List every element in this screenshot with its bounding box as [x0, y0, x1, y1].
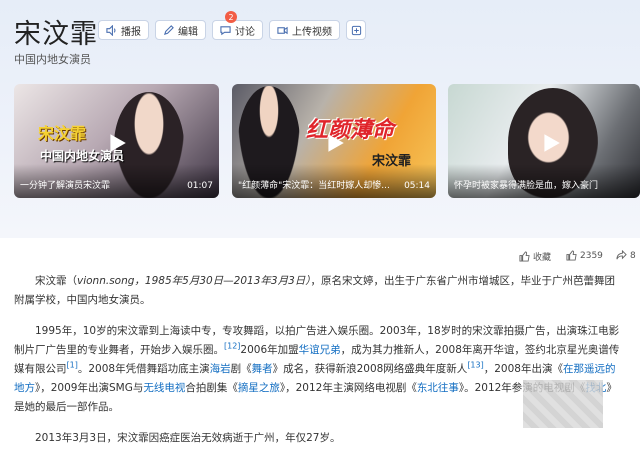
speaker-icon — [106, 24, 116, 36]
link-dancer[interactable]: 舞者 — [252, 363, 273, 375]
favorite-label: 收藏 — [533, 253, 552, 263]
video-title: 一分钟了解演员宋汶霏 — [20, 181, 111, 191]
like-count: 2359 — [580, 250, 603, 261]
favorite-button[interactable]: 收藏 — [519, 250, 551, 263]
edit-button[interactable]: 编辑 — [155, 20, 206, 40]
overlay-name-text: 宋汶霏 — [38, 124, 87, 143]
entry-body: 宋汶霏（vionn.song，1985年5月30日—2013年3月3日），原名宋… — [14, 272, 620, 457]
discuss-button[interactable]: 2 讨论 — [212, 11, 263, 40]
overlay-main-text: 红颜薄命 — [306, 118, 395, 143]
blurred-region — [523, 380, 603, 428]
video-title: "红颜薄命"宋汶霏：当红时嫁人却惨... — [238, 181, 390, 191]
edit-label: 编辑 — [178, 26, 198, 38]
video-card[interactable]: 宋汶霏 中国内地女演员 一分钟了解演员宋汶霏 01:07 — [14, 84, 219, 198]
action-bar: 播报 编辑 2 讨论 上传视频 — [98, 11, 366, 40]
discuss-label: 讨论 — [235, 26, 255, 38]
thumb-up-icon — [519, 251, 530, 262]
page-title: 宋汶霏 — [14, 19, 98, 50]
share-icon — [616, 250, 627, 260]
pencil-icon — [163, 24, 174, 35]
play-icon[interactable] — [106, 132, 128, 154]
intro-paragraph: 宋汶霏（vionn.song，1985年5月30日—2013年3月3日），原名宋… — [14, 275, 616, 306]
citation-link[interactable]: [13] — [467, 361, 483, 370]
play-icon[interactable] — [540, 132, 562, 154]
like-button[interactable]: 2359 — [566, 250, 603, 261]
plus-icon — [351, 25, 361, 35]
video-duration: 05:14 — [404, 181, 430, 191]
citation-link[interactable]: [12] — [224, 342, 240, 351]
video-title: 怀孕时被家暴得满脸是血，嫁入豪门 — [454, 181, 599, 191]
video-card[interactable]: 怀孕时被家暴得满脸是血，嫁入豪门 — [448, 84, 640, 198]
page-subtitle: 中国内地女演员 — [14, 53, 91, 66]
link-northeast-story[interactable]: 东北往事 — [417, 382, 459, 394]
share-count: 8 — [630, 250, 636, 261]
english-name: vionn.song — [77, 275, 135, 287]
link-tvb[interactable]: 无线电视 — [143, 382, 185, 394]
chat-icon — [220, 25, 231, 35]
video-upload-icon — [277, 26, 288, 34]
video-duration: 01:07 — [187, 181, 213, 191]
add-button[interactable] — [346, 20, 366, 40]
like-icon — [566, 250, 577, 261]
link-star-journey[interactable]: 摘星之旅 — [238, 382, 280, 394]
video-carousel: 宋汶霏 中国内地女演员 一分钟了解演员宋汶霏 01:07 红颜薄命 宋汶霏 "红… — [14, 84, 640, 198]
lifespan: ，1985年5月30日—2013年3月3日） — [134, 275, 311, 287]
video-card[interactable]: 红颜薄命 宋汶霏 "红颜薄命"宋汶霏：当红时嫁人却惨... 05:14 — [232, 84, 436, 198]
broadcast-button[interactable]: 播报 — [98, 20, 149, 40]
upload-video-button[interactable]: 上传视频 — [269, 20, 340, 40]
link-haiyan[interactable]: 海岩 — [210, 363, 231, 375]
citation-link[interactable]: [1] — [67, 361, 78, 370]
entry-header: 宋汶霏 播报 编辑 2 讨论 上传视频 中国内地女演员 宋汶霏 中国内地女演员 — [0, 0, 640, 238]
play-icon[interactable] — [324, 132, 346, 154]
upload-video-label: 上传视频 — [292, 26, 332, 38]
discuss-count-badge: 2 — [225, 11, 237, 23]
death-paragraph: 2013年3月3日，宋汶霏因癌症医治无效病逝于广州，年仅27岁。 — [35, 432, 341, 444]
share-button[interactable]: 8 — [616, 250, 636, 261]
broadcast-label: 播报 — [121, 26, 141, 38]
link-huayi[interactable]: 华谊兄弟 — [299, 344, 341, 356]
